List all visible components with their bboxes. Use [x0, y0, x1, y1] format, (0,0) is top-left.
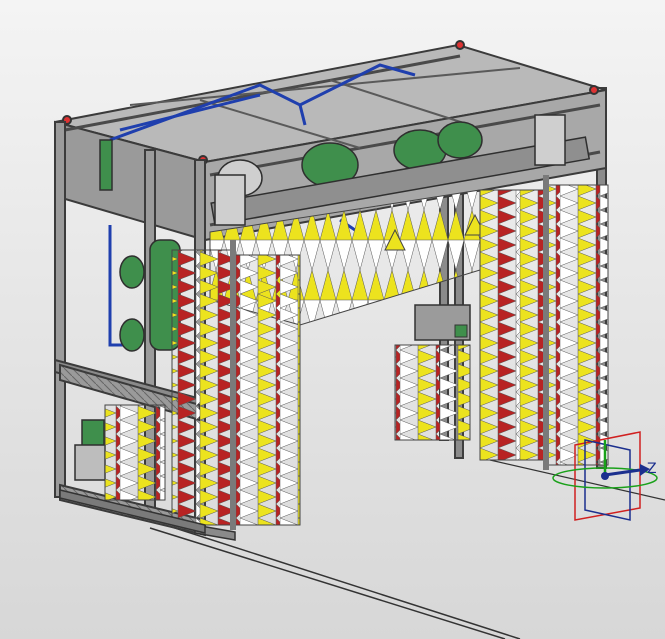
back-brush [394, 304, 471, 441]
right-side-brush [479, 175, 609, 470]
axis-z-label: Z [647, 461, 657, 477]
model-view: Z [54, 40, 665, 639]
cad-viewport[interactable]: Z [0, 0, 665, 639]
